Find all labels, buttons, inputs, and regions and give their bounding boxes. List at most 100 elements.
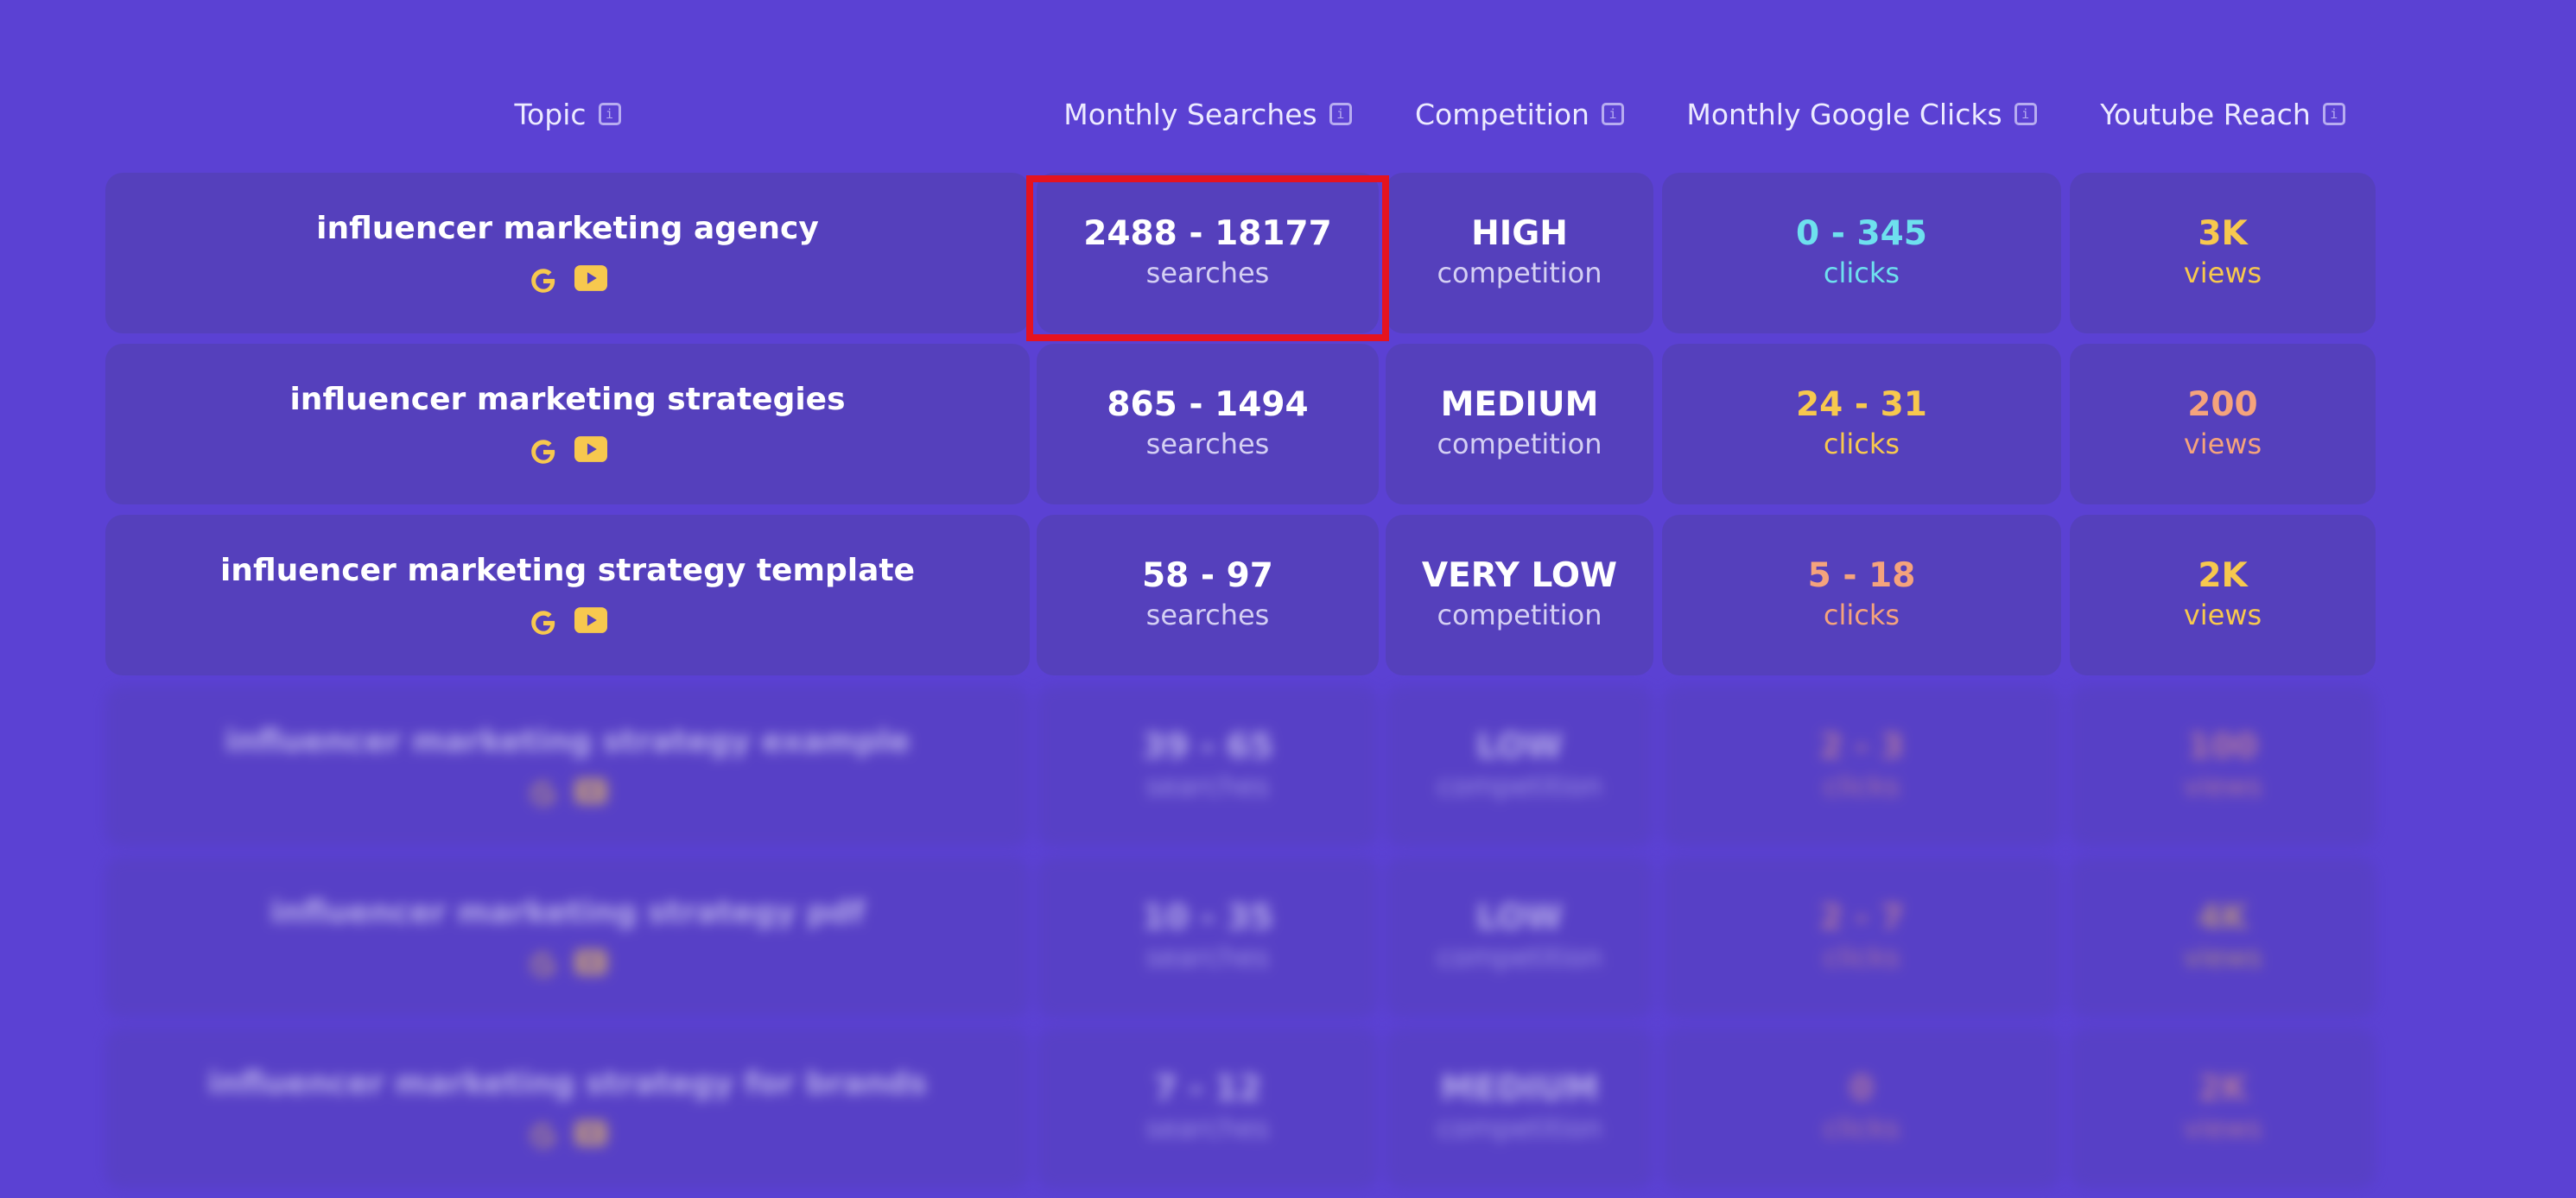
info-icon[interactable]: i (2322, 103, 2345, 125)
clicks-cell: 2 - 7 clicks (1662, 857, 2061, 1017)
competition-value: LOW (1476, 727, 1563, 766)
info-icon[interactable]: i (1329, 103, 1352, 125)
reach-cell[interactable]: 3K views (2070, 173, 2376, 333)
searches-unit: searches (1145, 598, 1270, 631)
clicks-unit: clicks (1823, 769, 1900, 802)
competition-cell: LOW competition (1386, 857, 1653, 1017)
source-icons (528, 948, 607, 980)
competition-unit: competition (1437, 769, 1602, 802)
google-icon[interactable] (528, 436, 559, 467)
youtube-icon[interactable] (574, 264, 607, 291)
topic-cell[interactable]: influencer marketing agency (105, 173, 1030, 333)
topic-cell: influencer marketing strategy example (105, 686, 1030, 846)
clicks-value: 24 - 31 (1796, 385, 1927, 424)
searches-unit: searches (1145, 1111, 1270, 1144)
clicks-cell[interactable]: 24 - 31 clicks (1662, 344, 2061, 504)
searches-value: 58 - 97 (1142, 556, 1273, 595)
reach-value: 3K (2198, 214, 2248, 253)
table-row[interactable]: influencer marketing strategies 865 - 14… (0, 344, 2576, 508)
searches-cell[interactable]: 58 - 97 searches (1037, 515, 1379, 675)
clicks-value: 5 - 18 (1807, 556, 1916, 595)
reach-unit: views (2183, 256, 2262, 289)
competition-cell[interactable]: HIGH competition (1386, 173, 1653, 333)
clicks-unit: clicks (1823, 427, 1900, 460)
searches-cell: 10 - 35 searches (1037, 857, 1379, 1017)
header-topic-label: Topic (514, 97, 587, 131)
searches-value: 39 - 65 (1142, 727, 1273, 766)
clicks-cell: 0 clicks (1662, 1028, 2061, 1188)
header-youtube-reach-label: Youtube Reach (2100, 97, 2311, 131)
header-monthly-google-clicks-label: Monthly Google Clicks (1686, 97, 2002, 131)
reach-value: 2K (2198, 556, 2248, 595)
clicks-cell[interactable]: 0 - 345 clicks (1662, 173, 2061, 333)
competition-value: HIGH (1471, 214, 1568, 253)
clicks-cell[interactable]: 5 - 18 clicks (1662, 515, 2061, 675)
youtube-icon (574, 777, 607, 804)
reach-cell: 4K views (2070, 857, 2376, 1017)
clicks-value: 0 - 345 (1796, 214, 1927, 253)
google-icon[interactable] (528, 607, 559, 638)
searches-value: 7 - 12 (1153, 1069, 1262, 1108)
table-row-locked: influencer marketing strategy example 39… (0, 686, 2576, 850)
topic-title: influencer marketing strategy pdf (270, 894, 866, 930)
google-icon[interactable] (528, 265, 559, 296)
reach-cell[interactable]: 200 views (2070, 344, 2376, 504)
table-header: Topic i Monthly Searches i Competition i… (0, 79, 2576, 149)
info-icon[interactable]: i (2014, 103, 2037, 125)
searches-value: 2488 - 18177 (1083, 214, 1332, 253)
header-competition-label: Competition (1415, 97, 1589, 131)
competition-unit: competition (1437, 940, 1602, 973)
header-youtube-reach: Youtube Reach i (2070, 79, 2376, 149)
header-competition: Competition i (1386, 79, 1653, 149)
topic-cell[interactable]: influencer marketing strategies (105, 344, 1030, 504)
topic-title: influencer marketing agency (316, 210, 819, 246)
youtube-icon[interactable] (574, 606, 607, 633)
reach-value: 4K (2198, 898, 2248, 937)
reach-unit: views (2183, 1111, 2262, 1144)
reach-cell: 2K views (2070, 1028, 2376, 1188)
searches-cell[interactable]: 2488 - 18177 searches (1037, 173, 1379, 333)
searches-unit: searches (1145, 256, 1270, 289)
header-monthly-google-clicks: Monthly Google Clicks i (1662, 79, 2061, 149)
competition-value: MEDIUM (1440, 1069, 1599, 1108)
topic-cell[interactable]: influencer marketing strategy template (105, 515, 1030, 675)
searches-unit: searches (1145, 427, 1270, 460)
header-topic: Topic i (105, 79, 1030, 149)
youtube-icon[interactable] (574, 435, 607, 462)
competition-cell: LOW competition (1386, 686, 1653, 846)
google-icon (531, 952, 555, 977)
reach-cell[interactable]: 2K views (2070, 515, 2376, 675)
competition-unit: competition (1437, 1111, 1602, 1144)
competition-cell[interactable]: MEDIUM competition (1386, 344, 1653, 504)
youtube-icon (574, 948, 607, 975)
searches-value: 10 - 35 (1142, 898, 1273, 937)
info-icon[interactable]: i (598, 103, 621, 125)
competition-cell[interactable]: VERY LOW competition (1386, 515, 1653, 675)
source-icons (528, 1119, 607, 1151)
reach-unit: views (2183, 427, 2262, 460)
searches-cell[interactable]: 865 - 1494 searches (1037, 344, 1379, 504)
searches-unit: searches (1145, 940, 1270, 973)
searches-value: 865 - 1494 (1107, 385, 1309, 424)
source-icons (528, 435, 607, 467)
clicks-unit: clicks (1823, 256, 1900, 289)
google-icon (531, 1123, 555, 1148)
reach-value: 200 (2187, 385, 2258, 424)
clicks-unit: clicks (1823, 940, 1900, 973)
competition-unit: competition (1437, 256, 1602, 289)
topic-title: influencer marketing strategy for brands (207, 1065, 928, 1101)
google-icon (531, 781, 555, 806)
source-icons (528, 264, 607, 296)
info-icon[interactable]: i (1601, 103, 1624, 125)
clicks-cell: 2 - 3 clicks (1662, 686, 2061, 846)
youtube-icon (574, 1119, 607, 1146)
header-monthly-searches-label: Monthly Searches (1063, 97, 1317, 131)
clicks-value: 2 - 7 (1819, 898, 1904, 937)
table-row[interactable]: influencer marketing agency 2488 - 18177… (0, 173, 2576, 337)
topic-title: influencer marketing strategies (289, 381, 846, 417)
clicks-unit: clicks (1823, 1111, 1900, 1144)
table-row[interactable]: influencer marketing strategy template 5… (0, 515, 2576, 679)
searches-unit: searches (1145, 769, 1270, 802)
topic-cell: influencer marketing strategy pdf (105, 857, 1030, 1017)
source-icons (528, 606, 607, 638)
